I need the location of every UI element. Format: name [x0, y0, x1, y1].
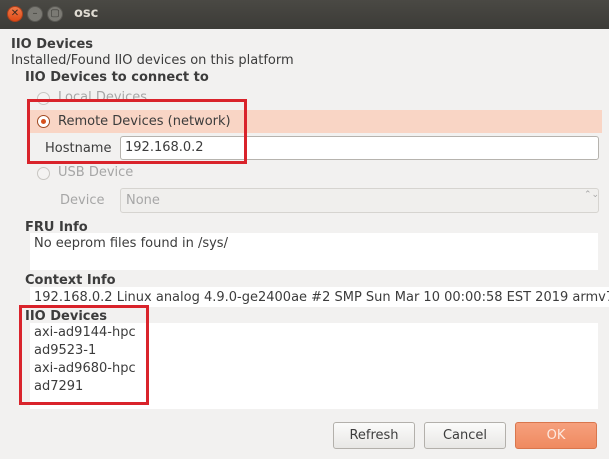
device-select-value: None: [126, 193, 160, 208]
maximize-icon: ▢: [50, 8, 60, 19]
combo-arrows-icon: ⌃⌄: [584, 190, 600, 200]
ok-button[interactable]: OK: [515, 422, 597, 449]
context-info-panel: 192.168.0.2 Linux analog 4.9.0-ge2400ae …: [30, 287, 609, 307]
context-info-heading: Context Info: [25, 273, 116, 288]
page-subtitle: Installed/Found IIO devices on this plat…: [11, 53, 294, 68]
fru-info-text: No eeprom files found in /sys/: [34, 236, 228, 251]
annotation-box-devices: [19, 305, 149, 405]
device-select[interactable]: None ⌃⌄: [120, 188, 599, 213]
window-title: osc: [74, 6, 99, 21]
minimize-icon: –: [32, 8, 38, 19]
cancel-button[interactable]: Cancel: [424, 422, 506, 449]
connect-heading: IIO Devices to connect to: [25, 70, 209, 85]
minimize-window-button[interactable]: –: [27, 6, 43, 22]
close-window-button[interactable]: ✕: [7, 6, 23, 22]
usb-device-radio[interactable]: [37, 167, 50, 180]
context-info-text: 192.168.0.2 Linux analog 4.9.0-ge2400ae …: [34, 290, 609, 305]
device-label: Device: [60, 193, 105, 208]
annotation-box-remote: [27, 99, 247, 164]
window-titlebar: ✕ – ▢ osc: [0, 0, 609, 29]
fru-info-panel: No eeprom files found in /sys/: [30, 233, 598, 270]
refresh-button[interactable]: Refresh: [333, 422, 415, 449]
maximize-window-button[interactable]: ▢: [47, 6, 63, 22]
close-icon: ✕: [10, 8, 20, 19]
page-title: IIO Devices: [11, 37, 94, 52]
usb-device-label: USB Device: [58, 165, 134, 180]
